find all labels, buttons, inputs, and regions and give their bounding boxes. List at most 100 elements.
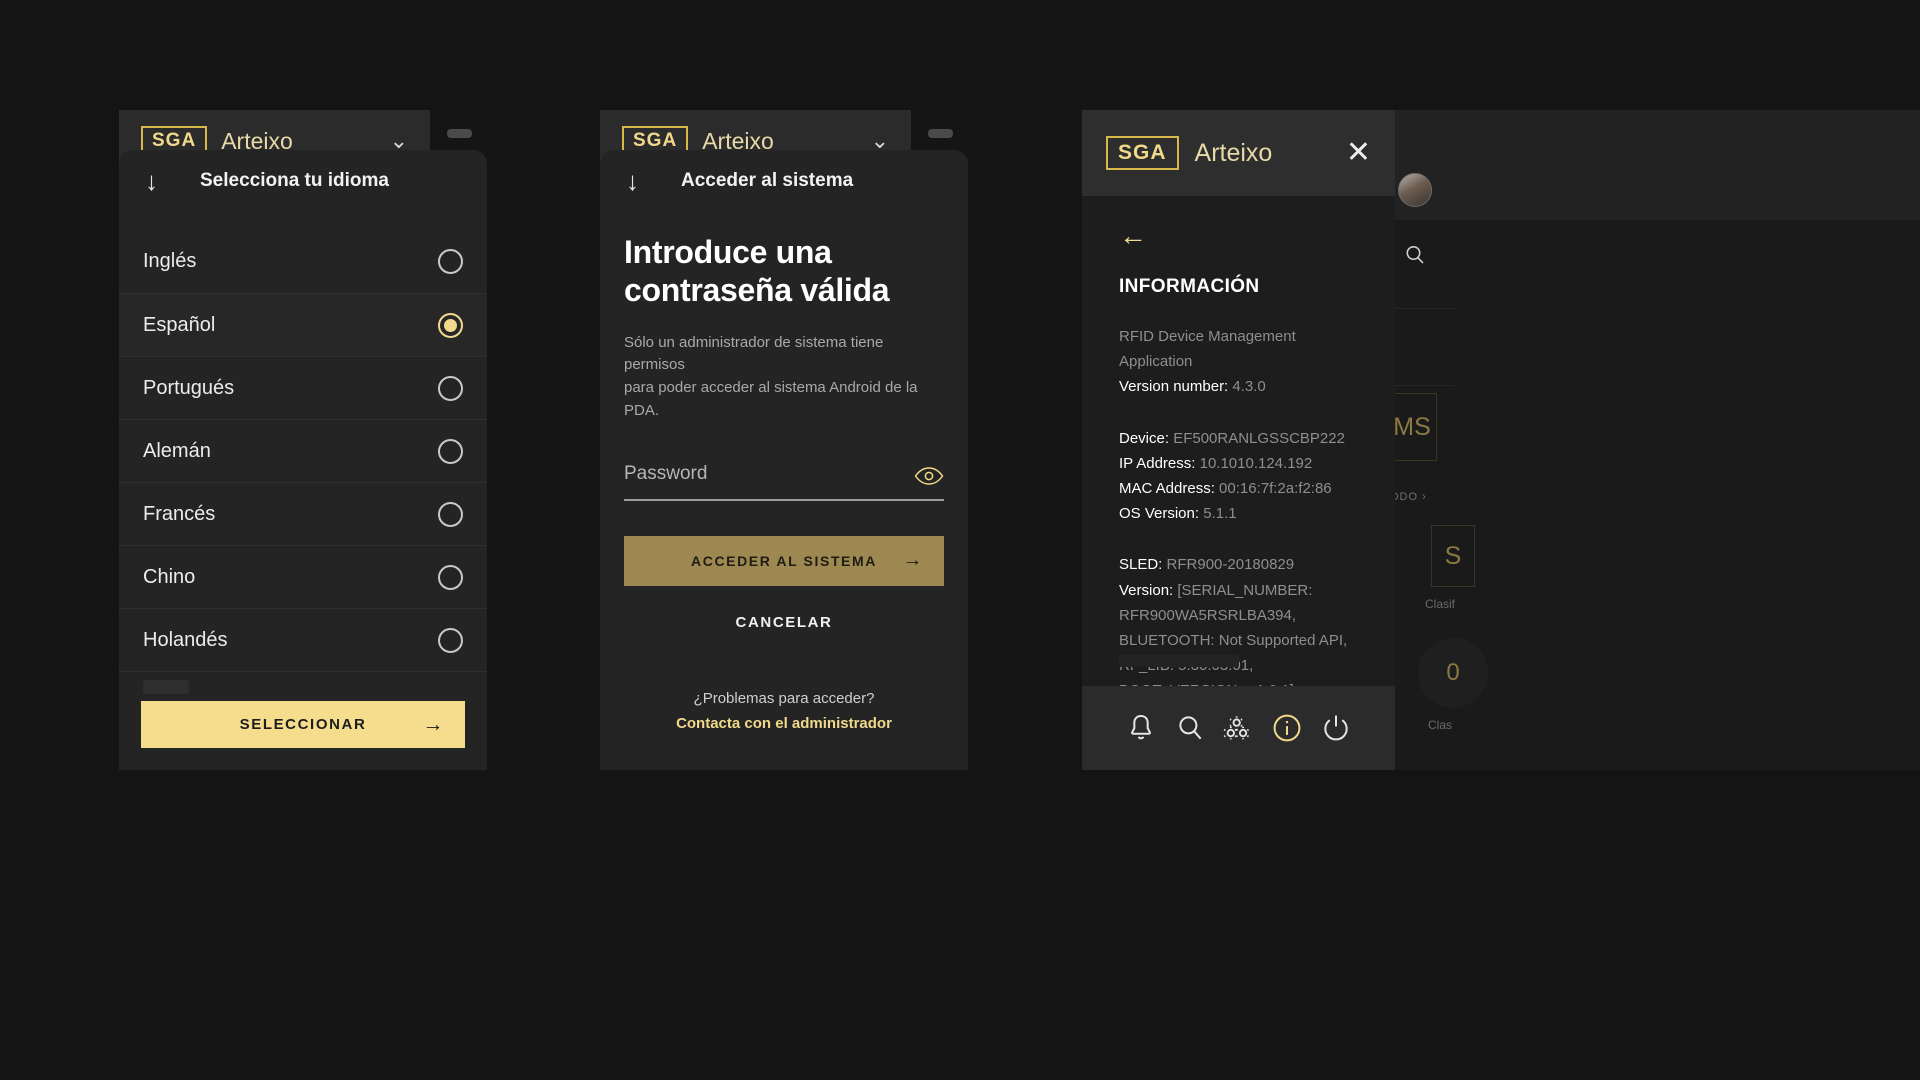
info-row: Version: [SERIAL_NUMBER:: [1119, 578, 1358, 603]
password-sheet-header: ↓ Acceder al sistema: [600, 150, 968, 212]
radio-button[interactable]: [438, 501, 463, 527]
phone-password: SGA Arteixo ⌄ ↓ Acceder al sistema Intro…: [600, 110, 968, 770]
language-option[interactable]: Alemán: [119, 419, 487, 482]
password-sheet-title: Acceder al sistema: [681, 170, 854, 191]
info-row-value: [SERIAL_NUMBER:: [1177, 581, 1313, 599]
password-sheet: ↓ Acceder al sistema Introduce una contr…: [600, 150, 968, 770]
language-sheet: ↓ Selecciona tu idioma Inglés Español Port…: [119, 150, 487, 770]
password-heading-line2: contraseña válida: [624, 271, 890, 308]
background-topbar: [1395, 110, 1920, 220]
password-description-line1: Sólo un administrador de sistema tiene p…: [624, 333, 884, 374]
password-heading: Introduce una contraseña válida: [624, 234, 944, 310]
info-row: IP Address: 10.1010.124.192: [1119, 451, 1358, 476]
info-row-value: EF500RANLGSSCBP222: [1173, 429, 1345, 447]
counter-badge: 0: [1418, 638, 1488, 708]
password-description: Sólo un administrador de sistema tiene p…: [624, 332, 944, 423]
radio-button[interactable]: [438, 375, 463, 401]
info-panel: SGA Arteixo ✕ ← INFORMACIÓN RFID Device …: [1082, 110, 1395, 770]
language-option[interactable]: Francés: [119, 482, 487, 545]
language-option-label: Alemán: [143, 439, 211, 462]
info-row-value: RFR900-20180829: [1166, 556, 1295, 574]
bell-icon[interactable]: [1125, 712, 1157, 744]
tile-ms[interactable]: MS: [1395, 393, 1437, 461]
info-panel-header: SGA Arteixo ✕: [1082, 110, 1395, 196]
info-block-device: Device: EF500RANLGSSCBP222 IP Address: 10…: [1119, 426, 1358, 527]
info-row-label: SLED:: [1119, 556, 1167, 574]
phone-language: SGA Arteixo ⌄ ↓ Selecciona tu idioma Ing…: [119, 110, 487, 770]
close-icon[interactable]: ✕: [1346, 138, 1371, 168]
avatar[interactable]: [1398, 173, 1432, 207]
divider: [1395, 385, 1455, 386]
brand-logo: SGA: [1106, 136, 1179, 170]
select-button[interactable]: SELECCIONAR →: [141, 701, 465, 748]
info-row: SLED: RFR900-20180829: [1119, 552, 1358, 577]
info-heading: INFORMACIÓN: [1119, 276, 1260, 297]
search-icon[interactable]: [1174, 712, 1206, 744]
info-row-label: IP Address:: [1119, 454, 1200, 472]
radio-button[interactable]: [438, 438, 463, 464]
info-nav: [1082, 686, 1395, 770]
login-button[interactable]: ACCEDER AL SISTEMA →: [624, 535, 944, 586]
info-block-sled: SLED: RFR900-20180829 Version: [SERIAL_NU…: [1119, 552, 1358, 703]
language-list: Inglés Español Portugués Alemán Francés Chino…: [119, 230, 487, 671]
gears-icon[interactable]: [1222, 712, 1254, 744]
info-rows-primary: Version number: 4.3.0: [1119, 374, 1358, 399]
language-option-label: Inglés: [143, 250, 197, 272]
tile-s[interactable]: S: [1431, 525, 1475, 587]
info-row: OS Version: 5.1.1: [1119, 501, 1358, 526]
tile-ms-label: MS: [1395, 412, 1431, 441]
info-panel-body: ← INFORMACIÓN RFID Device Management App…: [1082, 196, 1395, 703]
info-block-app: RFID Device Management Application Versi…: [1119, 324, 1358, 400]
language-option[interactable]: Holandés: [119, 608, 487, 671]
info-row-value: 00:16:7f:2a:f2:86: [1219, 479, 1332, 497]
info-row-label: Version:: [1119, 581, 1178, 599]
language-option-label: Francés: [143, 502, 216, 525]
arrow-down-icon[interactable]: ↓: [145, 168, 158, 194]
info-row: MAC Address: 00:16:7f:2a:f2:86: [1119, 476, 1358, 501]
background-app: MS ODO › S Clasif 0 Clas: [1395, 110, 1920, 770]
breadcrumb-chip[interactable]: ODO ›: [1395, 491, 1427, 503]
language-sheet-header: ↓ Selecciona tu idioma: [119, 150, 487, 212]
info-icon[interactable]: [1271, 712, 1303, 744]
eye-icon[interactable]: [914, 466, 944, 485]
divider: [1395, 308, 1455, 309]
counter-value: 0: [1446, 659, 1460, 686]
status-pill: [928, 129, 953, 138]
help-question: ¿Problemas para acceder?: [693, 690, 875, 707]
arrow-right-icon: →: [422, 712, 445, 736]
brand-name: Arteixo: [1194, 138, 1273, 167]
cancel-button[interactable]: CANCELAR: [624, 614, 944, 631]
language-option[interactable]: Español: [119, 293, 487, 356]
breadcrumb-chip-label: ODO: [1395, 491, 1419, 503]
arrow-down-icon[interactable]: ↓: [626, 168, 639, 194]
counter-caption: Clas: [1428, 718, 1453, 732]
power-icon[interactable]: [1320, 712, 1352, 744]
info-row: Version number: 4.3.0: [1119, 374, 1358, 399]
info-row-value: 10.1010.124.192: [1199, 454, 1313, 472]
radio-button[interactable]: [438, 249, 463, 274]
language-option-label: Chino: [143, 565, 196, 588]
password-input[interactable]: Password: [624, 463, 707, 485]
radio-button[interactable]: [438, 564, 463, 590]
info-row-continuation: BLUETOOTH: Not Supported API,: [1119, 631, 1348, 649]
info-row-value: 5.1.1: [1203, 505, 1237, 523]
login-button-label: ACCEDER AL SISTEMA: [691, 552, 877, 569]
contact-admin-link[interactable]: Contacta con el administrador: [600, 715, 968, 732]
language-option-label: Holandés: [143, 628, 228, 651]
placeholder-bar: [1119, 655, 1239, 667]
status-pill: [447, 129, 472, 138]
arrow-left-icon[interactable]: ←: [1119, 222, 1358, 250]
radio-button[interactable]: [438, 627, 463, 653]
arrow-right-icon: →: [902, 549, 924, 572]
password-heading-line1: Introduce una: [624, 234, 832, 270]
info-row-label: MAC Address:: [1119, 479, 1220, 497]
language-option[interactable]: Inglés: [119, 230, 487, 293]
language-option[interactable]: Portugués: [119, 356, 487, 419]
radio-button[interactable]: [438, 312, 463, 338]
language-option[interactable]: Chino: [119, 545, 487, 608]
language-option-label: Portugués: [143, 376, 235, 399]
password-footer: ¿Problemas para acceder? Contacta con el…: [600, 690, 968, 732]
password-field[interactable]: Password: [624, 463, 944, 501]
info-row-continuation: RFR900WA5RSRLBA394,: [1119, 606, 1297, 624]
search-icon[interactable]: [1403, 243, 1427, 267]
